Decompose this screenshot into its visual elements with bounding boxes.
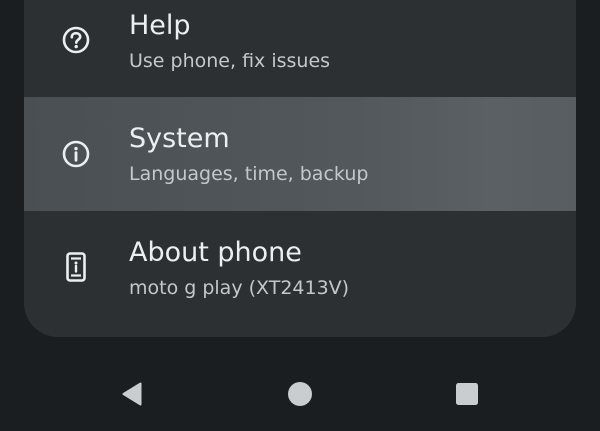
phone-info-icon (60, 251, 92, 283)
home-button[interactable] (280, 382, 320, 410)
settings-item-title: System (129, 123, 230, 154)
home-icon (287, 381, 313, 411)
info-icon (60, 138, 92, 170)
settings-screen: Help Use phone, fix issues System Langua… (0, 0, 600, 431)
settings-item-subtitle: Use phone, fix issues (129, 50, 331, 72)
settings-card: Help Use phone, fix issues System Langua… (24, 0, 576, 337)
back-button[interactable] (112, 382, 152, 410)
recents-button[interactable] (447, 382, 487, 410)
settings-item-help[interactable]: Help Use phone, fix issues (24, 0, 576, 97)
settings-item-about-phone[interactable]: About phone moto g play (XT2413V) (24, 211, 576, 325)
help-icon (60, 24, 92, 56)
back-icon (120, 381, 144, 411)
navigation-bar (0, 360, 600, 431)
settings-item-subtitle: Languages, time, backup (129, 163, 369, 185)
settings-item-subtitle: moto g play (XT2413V) (129, 277, 350, 299)
settings-item-title: Help (129, 10, 191, 41)
settings-item-system[interactable]: System Languages, time, backup (24, 97, 576, 211)
settings-item-title: About phone (129, 237, 302, 268)
recents-icon (455, 382, 479, 410)
